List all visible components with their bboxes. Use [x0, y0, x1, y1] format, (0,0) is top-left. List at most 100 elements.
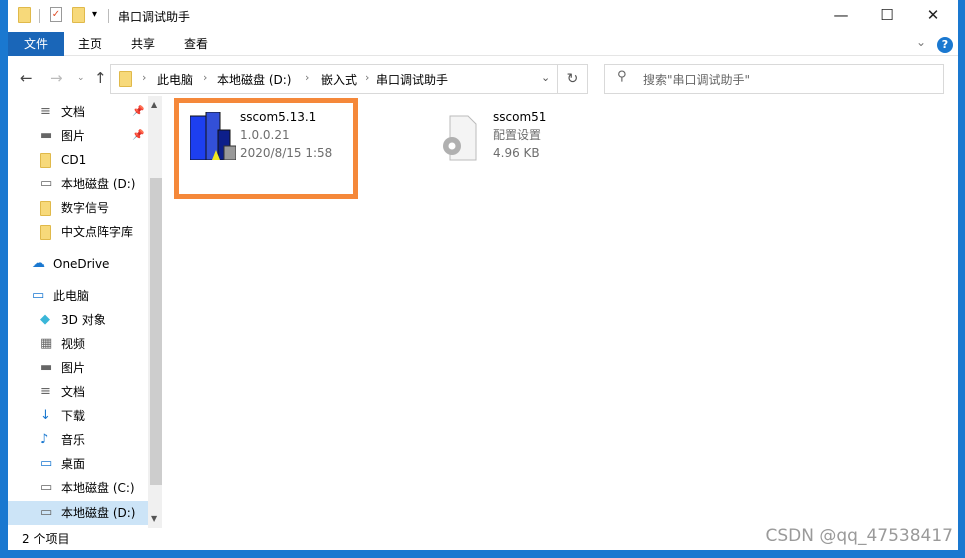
sidebar-item[interactable]: ▭ 本地磁盘 (D:) — [8, 172, 148, 196]
download-icon: ↓ — [40, 408, 51, 423]
address-dropdown-icon[interactable]: ⌄ — [541, 71, 550, 84]
file-explorer-window: ✓ ▾ 串口调试助手 — ☐ ✕ 文件 主页 共享 查看 ⌄ ? ← → ⌄ ↑… — [8, 0, 958, 550]
minimize-button[interactable]: — — [818, 0, 864, 32]
tab-home[interactable]: 主页 — [68, 32, 112, 56]
sidebar-item[interactable]: ≡ 文档 📌 — [8, 100, 148, 124]
new-folder-icon[interactable] — [72, 7, 85, 25]
breadcrumb-drive-d[interactable]: 本地磁盘 (D:) — [217, 71, 291, 88]
sidebar-item[interactable]: ▭ 本地磁盘 (D:) — [8, 501, 148, 525]
drive-icon: ▭ — [40, 480, 53, 495]
file-type: 配置设置 — [493, 128, 542, 142]
title-bar: ✓ ▾ 串口调试助手 — ☐ ✕ — [8, 0, 958, 32]
scroll-down-icon[interactable]: ▼ — [151, 514, 157, 523]
address-bar[interactable]: › 此电脑 › 本地磁盘 (D:) › 嵌入式 › 串口调试助手 ⌄ — [110, 64, 558, 94]
drive-icon: ▭ — [40, 505, 53, 520]
maximize-button[interactable]: ☐ — [864, 0, 910, 32]
sidebar-item-label: 本地磁盘 (D:) — [61, 177, 136, 191]
collapse-ribbon-icon[interactable]: ⌄ — [916, 35, 926, 49]
sidebar-item-label: CD1 — [61, 153, 87, 167]
sidebar-item-label: 3D 对象 — [61, 313, 106, 327]
item-count: 2 个项目 — [22, 532, 70, 546]
navigation-pane: ≡ 文档 📌 ▬ 图片 📌 CD1 ▭ 本地磁盘 (D:) 数字信号中文点阵字库 ☁ OneDrive… — [8, 96, 162, 528]
sidebar-item-label: 本地磁盘 (D:) — [61, 506, 136, 520]
sidebar-item[interactable]: ▦ 视频 — [8, 332, 148, 356]
forward-button[interactable]: → — [50, 69, 63, 87]
folder-icon — [18, 7, 31, 25]
sidebar-item[interactable]: ≡ 文档 — [8, 380, 148, 404]
document-icon: ≡ — [40, 104, 51, 119]
sidebar-item-label: 图片 — [61, 129, 86, 143]
sidebar-item[interactable]: ▭ 本地磁盘 (C:) — [8, 476, 148, 500]
pin-icon[interactable]: 📌 — [132, 100, 144, 124]
tab-view[interactable]: 查看 — [174, 32, 218, 56]
navigation-scrollbar[interactable]: ▲ ▼ — [148, 96, 162, 528]
sidebar-item-label: 本地磁盘 (C:) — [61, 481, 135, 495]
picture-icon: ▬ — [40, 360, 53, 375]
sidebar-item[interactable]: ♪ 音乐 — [8, 428, 148, 452]
breadcrumb-serial-tool[interactable]: 串口调试助手 — [376, 71, 448, 88]
close-button[interactable]: ✕ — [910, 0, 956, 32]
tab-share[interactable]: 共享 — [121, 32, 165, 56]
config-file-icon — [443, 115, 477, 161]
refresh-button[interactable]: ↻ — [558, 64, 588, 94]
sidebar-item-label: 文档 — [61, 385, 86, 399]
recent-locations-icon[interactable]: ⌄ — [77, 73, 85, 83]
sidebar-item[interactable]: ◆ 3D 对象 — [8, 308, 148, 332]
sidebar-item[interactable]: ▬ 图片 — [8, 356, 148, 380]
help-icon[interactable]: ? — [937, 37, 953, 53]
properties-icon[interactable]: ✓ — [50, 7, 62, 22]
sidebar-item-label: 视频 — [61, 337, 86, 351]
sidebar-item-label: 桌面 — [61, 457, 86, 471]
sidebar-item[interactable]: 中文点阵字库 — [8, 220, 148, 244]
sidebar-item-label: 音乐 — [61, 433, 86, 447]
customize-toolbar-icon[interactable]: ▾ — [92, 9, 97, 27]
search-input[interactable]: ⚲ 搜索"串口调试助手" — [604, 64, 944, 94]
sidebar-item[interactable]: CD1 — [8, 148, 148, 172]
folder-icon — [40, 152, 54, 168]
cube-icon: ◆ — [40, 312, 50, 327]
sidebar-item[interactable]: ☁ OneDrive — [8, 252, 148, 276]
file-size: 4.96 KB — [493, 146, 540, 160]
scrollbar-thumb[interactable] — [150, 178, 162, 485]
window-title: 串口调试助手 — [118, 10, 191, 24]
sscom-app-icon — [190, 112, 236, 160]
file-name: sscom51 — [493, 110, 547, 124]
watermark: CSDN @qq_47538417 — [765, 526, 953, 546]
sidebar-item-label: 图片 — [61, 361, 86, 375]
file-list: sscom5.13.1 1.0.0.21 2020/8/15 1:58 ssco… — [166, 96, 958, 528]
drive-icon: ▭ — [40, 176, 53, 191]
sidebar-item-label: 中文点阵字库 — [61, 225, 134, 239]
ribbon-tabs: 文件 主页 共享 查看 ⌄ ? — [8, 32, 958, 56]
computer-icon: ▭ — [32, 288, 45, 303]
video-icon: ▦ — [40, 336, 53, 351]
address-row: ← → ⌄ ↑ › 此电脑 › 本地磁盘 (D:) › 嵌入式 › 串口调试助手… — [8, 56, 958, 96]
search-placeholder: 搜索"串口调试助手" — [643, 73, 751, 87]
breadcrumb-embedded[interactable]: 嵌入式 — [321, 71, 357, 88]
music-icon: ♪ — [40, 432, 49, 447]
file-date: 2020/8/15 1:58 — [240, 146, 333, 160]
file-version: 1.0.0.21 — [240, 128, 290, 142]
sidebar-item-label: 下载 — [61, 409, 86, 423]
tab-file[interactable]: 文件 — [8, 32, 64, 56]
scroll-up-icon[interactable]: ▲ — [151, 100, 157, 109]
sidebar-item[interactable]: ▬ 图片 📌 — [8, 124, 148, 148]
up-button[interactable]: ↑ — [94, 69, 107, 87]
desktop-icon: ▭ — [40, 456, 53, 471]
sidebar-item[interactable]: ▭ 此电脑 — [8, 284, 148, 308]
breadcrumb-this-pc[interactable]: 此电脑 — [157, 71, 193, 88]
picture-icon: ▬ — [40, 128, 53, 143]
cloud-icon: ☁ — [32, 256, 45, 271]
folder-icon — [40, 224, 54, 240]
sidebar-item[interactable]: 数字信号 — [8, 196, 148, 220]
file-name: sscom5.13.1 — [240, 110, 317, 124]
sidebar-item[interactable]: ↓ 下载 — [8, 404, 148, 428]
sidebar-item-label: OneDrive — [53, 257, 110, 271]
search-icon: ⚲ — [617, 69, 627, 84]
folder-icon — [40, 200, 54, 216]
back-button[interactable]: ← — [20, 69, 33, 87]
sidebar-item-label: 此电脑 — [53, 289, 90, 303]
document-icon: ≡ — [40, 384, 51, 399]
sidebar-item-label: 文档 — [61, 105, 86, 119]
pin-icon[interactable]: 📌 — [132, 124, 144, 148]
sidebar-item[interactable]: ▭ 桌面 — [8, 452, 148, 476]
